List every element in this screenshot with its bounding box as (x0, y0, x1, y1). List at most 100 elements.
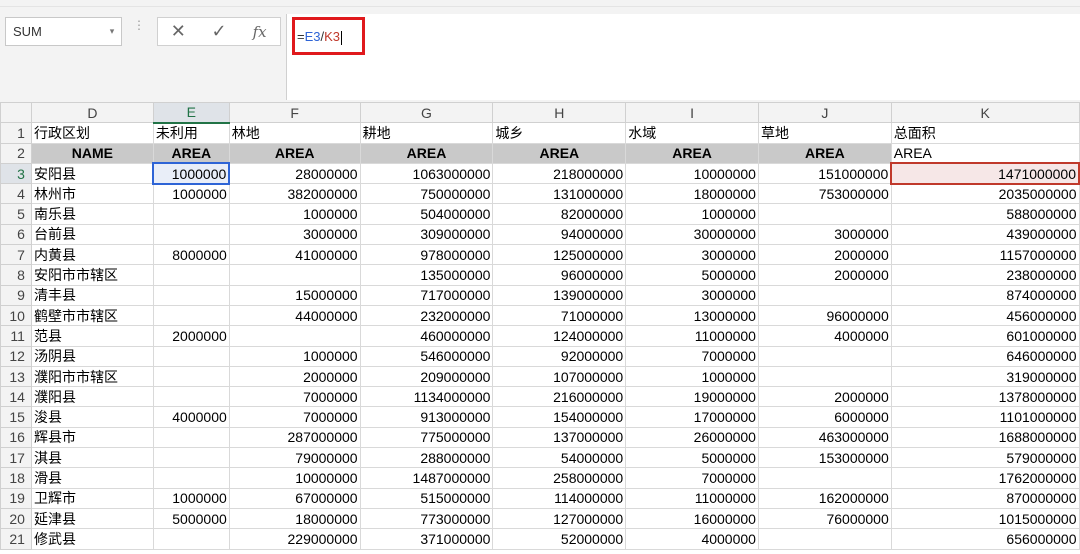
cell-i19[interactable]: 11000000 (625, 487, 759, 509)
cell-d8[interactable]: 安阳市市辖区 (30, 264, 154, 286)
row-header[interactable]: 21 (0, 528, 32, 550)
cell-k15[interactable]: 1101000000 (890, 406, 1080, 428)
cell-h5[interactable]: 82000000 (492, 203, 627, 225)
formula-input-area[interactable]: =E3/K3 (286, 14, 1080, 100)
column-header-g[interactable]: G (359, 101, 494, 124)
row-header[interactable]: 15 (0, 406, 32, 428)
cell-j4[interactable]: 753000000 (757, 183, 892, 205)
cell-h1[interactable]: 城乡 (492, 122, 627, 144)
column-header-i[interactable]: I (625, 101, 759, 124)
cell-h2[interactable]: AREA (492, 142, 627, 164)
cell-k12[interactable]: 646000000 (890, 345, 1080, 367)
enter-check-icon[interactable]: ✓ (204, 21, 234, 42)
cell-g19[interactable]: 515000000 (359, 487, 494, 509)
cell-k1[interactable]: 总面积 (890, 122, 1080, 144)
cell-f16[interactable]: 287000000 (228, 426, 361, 449)
cell-g3[interactable]: 1063000000 (359, 162, 494, 185)
cell-e3[interactable]: 1000000 (152, 162, 231, 185)
cell-d10[interactable]: 鹤壁市市辖区 (30, 304, 154, 327)
cell-f6[interactable]: 3000000 (228, 223, 361, 246)
cell-h20[interactable]: 127000000 (492, 507, 627, 530)
cell-d12[interactable]: 汤阴县 (30, 345, 154, 367)
cell-g12[interactable]: 546000000 (359, 345, 494, 367)
row-header[interactable]: 17 (0, 447, 32, 469)
cell-i13[interactable]: 1000000 (625, 365, 759, 388)
cell-j13[interactable] (757, 365, 892, 388)
cell-h12[interactable]: 92000000 (492, 345, 627, 367)
cell-k8[interactable]: 238000000 (890, 264, 1080, 286)
select-all-corner[interactable] (0, 101, 32, 124)
cell-e14[interactable] (152, 386, 230, 408)
cell-j2[interactable]: AREA (757, 142, 892, 164)
cell-d5[interactable]: 南乐县 (30, 203, 154, 225)
insert-function-icon[interactable]: fx (245, 23, 275, 41)
cell-i20[interactable]: 16000000 (625, 507, 759, 530)
resize-handle-icon[interactable]: ⋮ (133, 19, 145, 42)
cell-f1[interactable]: 林地 (228, 122, 361, 144)
cell-e10[interactable] (152, 304, 230, 327)
cell-h14[interactable]: 216000000 (492, 386, 627, 408)
cell-k9[interactable]: 874000000 (890, 284, 1080, 306)
cell-j11[interactable]: 4000000 (757, 325, 892, 347)
cell-g15[interactable]: 913000000 (359, 406, 494, 428)
cell-h11[interactable]: 124000000 (492, 325, 627, 347)
column-header-k[interactable]: K (890, 101, 1080, 124)
cell-k19[interactable]: 870000000 (890, 487, 1080, 509)
cell-d4[interactable]: 林州市 (30, 183, 154, 205)
cell-i9[interactable]: 3000000 (625, 284, 759, 306)
row-header[interactable]: 1 (0, 122, 32, 144)
cell-f2[interactable]: AREA (228, 142, 361, 164)
cell-d6[interactable]: 台前县 (30, 223, 154, 246)
cell-g14[interactable]: 1134000000 (359, 386, 494, 408)
row-header[interactable]: 18 (0, 467, 32, 489)
cell-h4[interactable]: 131000000 (492, 183, 627, 205)
cancel-icon[interactable]: ✕ (163, 21, 193, 42)
cell-k3[interactable]: 1471000000 (890, 162, 1080, 185)
row-header[interactable]: 2 (0, 142, 32, 164)
cell-g2[interactable]: AREA (359, 142, 494, 164)
cell-h21[interactable]: 52000000 (492, 528, 627, 550)
cell-g7[interactable]: 978000000 (359, 244, 494, 266)
cell-d9[interactable]: 清丰县 (30, 284, 154, 306)
cell-h18[interactable]: 258000000 (492, 467, 627, 489)
row-header[interactable]: 20 (0, 507, 32, 530)
cell-g8[interactable]: 135000000 (359, 264, 494, 286)
cell-g21[interactable]: 371000000 (359, 528, 494, 550)
row-header[interactable]: 3 (0, 162, 32, 185)
row-header[interactable]: 12 (0, 345, 32, 367)
cell-e6[interactable] (152, 223, 230, 246)
cell-d14[interactable]: 濮阳县 (30, 386, 154, 408)
cell-j10[interactable]: 96000000 (757, 304, 892, 327)
cell-h7[interactable]: 125000000 (492, 244, 627, 266)
cell-e5[interactable] (152, 203, 230, 225)
cell-g16[interactable]: 775000000 (359, 426, 494, 449)
cell-j21[interactable] (757, 528, 892, 550)
cell-f15[interactable]: 7000000 (228, 406, 361, 428)
cell-f3[interactable]: 28000000 (228, 162, 361, 185)
cell-e12[interactable] (152, 345, 230, 367)
cell-f5[interactable]: 1000000 (228, 203, 361, 225)
cell-e1[interactable]: 未利用 (152, 122, 230, 144)
cell-i11[interactable]: 11000000 (625, 325, 759, 347)
cell-i17[interactable]: 5000000 (625, 447, 759, 469)
cell-i5[interactable]: 1000000 (625, 203, 759, 225)
cell-i10[interactable]: 13000000 (625, 304, 759, 327)
cell-k18[interactable]: 1762000000 (890, 467, 1080, 489)
cell-g5[interactable]: 504000000 (359, 203, 494, 225)
cell-k16[interactable]: 1688000000 (890, 426, 1080, 449)
cell-j12[interactable] (757, 345, 892, 367)
cell-k11[interactable]: 601000000 (890, 325, 1080, 347)
cell-j17[interactable]: 153000000 (757, 447, 892, 469)
cell-h6[interactable]: 94000000 (492, 223, 627, 246)
cell-f13[interactable]: 2000000 (228, 365, 361, 388)
cell-f18[interactable]: 10000000 (228, 467, 361, 489)
row-header[interactable]: 5 (0, 203, 32, 225)
cell-d2[interactable]: NAME (30, 142, 154, 164)
cell-d19[interactable]: 卫辉市 (30, 487, 154, 509)
cell-g17[interactable]: 288000000 (359, 447, 494, 469)
cell-h16[interactable]: 137000000 (492, 426, 627, 449)
cell-i18[interactable]: 7000000 (625, 467, 759, 489)
cell-g1[interactable]: 耕地 (359, 122, 494, 144)
cell-d16[interactable]: 辉县市 (30, 426, 154, 449)
cell-h13[interactable]: 107000000 (492, 365, 627, 388)
